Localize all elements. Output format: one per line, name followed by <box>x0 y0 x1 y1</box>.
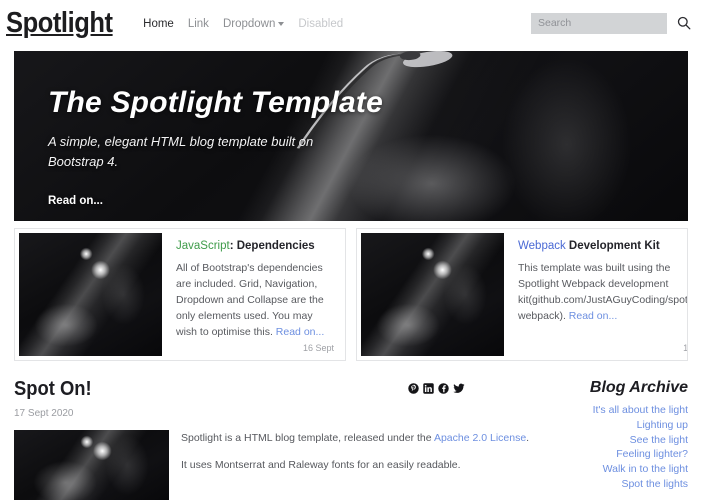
post-paragraph-2: It uses Montserrat and Raleway fonts for… <box>181 459 461 472</box>
hero-subtitle: A simple, elegant HTML blog template bui… <box>48 133 314 169</box>
card-title: JavaScript: Dependencies <box>176 240 333 254</box>
card-photo <box>361 233 504 356</box>
card-accent-word: JavaScript <box>176 240 230 252</box>
chevron-down-icon <box>278 22 285 26</box>
archive-link-3[interactable]: Feeling lighter? <box>568 447 688 462</box>
post-image <box>14 430 169 500</box>
card-read-on-link[interactable]: Read on... <box>276 326 324 338</box>
archive-link-5[interactable]: Spot the lights <box>568 477 688 492</box>
navbar: Spotlight Home Link Dropdown Disabled <box>0 0 702 46</box>
card-title: Webpack Development Kit <box>518 240 687 254</box>
main-navigation: Home Link Dropdown Disabled <box>143 16 343 30</box>
pinterest-link[interactable] <box>408 383 419 394</box>
facebook-link[interactable] <box>438 383 449 394</box>
nav-link-disabled: Disabled <box>298 18 344 30</box>
featured-cards-row: JavaScript: Dependencies All of Bootstra… <box>14 228 688 361</box>
post-photo <box>14 430 169 500</box>
social-links <box>408 383 465 394</box>
card-javascript-dependencies[interactable]: JavaScript: Dependencies All of Bootstra… <box>14 228 346 361</box>
main-content-row: Spot On! 17 Sept 2020 Spotlight is a HTM… <box>14 378 688 500</box>
card-text: This template was built using the Spotli… <box>518 261 687 325</box>
card-accent-word: Webpack <box>518 240 566 252</box>
card-date: 12 Dec <box>683 343 688 353</box>
post-p1-after: . <box>526 432 530 444</box>
card-title-rest: : Dependencies <box>229 240 315 252</box>
brand-logo[interactable]: Spotlight <box>6 8 113 38</box>
linkedin-icon <box>423 383 434 394</box>
card-text: All of Bootstrap's dependencies are incl… <box>176 261 333 341</box>
card-date: 16 Sept <box>302 343 334 353</box>
facebook-icon <box>438 383 449 394</box>
navbar-right <box>531 12 692 34</box>
twitter-icon <box>453 383 465 393</box>
post-body: Spotlight is a HTML blog template, relea… <box>14 430 554 500</box>
nav-dropdown-label: Dropdown <box>222 18 276 30</box>
card-read-on-link[interactable]: Read on... <box>569 310 617 322</box>
card-image <box>19 233 162 356</box>
nav-link-home[interactable]: Home <box>143 18 174 30</box>
twitter-link[interactable] <box>453 383 465 394</box>
archive-link-0[interactable]: It's all about the light <box>568 403 688 418</box>
blog-archive-title: Blog Archive <box>589 379 688 396</box>
hero-read-on-link[interactable]: Read on... <box>48 195 103 207</box>
card-image <box>361 233 504 356</box>
post-column: Spot On! 17 Sept 2020 Spotlight is a HTM… <box>14 378 568 500</box>
pinterest-icon <box>408 383 419 394</box>
search-input[interactable] <box>531 12 667 34</box>
post-text-column: Spotlight is a HTML blog template, relea… <box>181 430 554 500</box>
apache-license-link[interactable]: Apache 2.0 License <box>434 432 526 444</box>
card-webpack-development-kit[interactable]: Webpack Development Kit This template wa… <box>356 228 688 361</box>
card-body: JavaScript: Dependencies All of Bootstra… <box>166 229 345 360</box>
post-date: 17 Sept 2020 <box>14 408 74 419</box>
archive-link-4[interactable]: Walk in to the light <box>568 462 688 477</box>
nav-link-link[interactable]: Link <box>188 18 209 30</box>
hero-content: The Spotlight Template A simple, elegant… <box>48 87 383 209</box>
hero-banner[interactable]: The Spotlight Template A simple, elegant… <box>14 51 688 221</box>
card-photo <box>19 233 162 356</box>
card-body: Webpack Development Kit This template wa… <box>508 229 688 360</box>
page-container: The Spotlight Template A simple, elegant… <box>7 51 695 500</box>
linkedin-link[interactable] <box>423 383 434 394</box>
blog-archive-sidebar: Blog Archive It's all about the light Li… <box>568 378 688 500</box>
archive-link-1[interactable]: Lighting up <box>568 418 688 433</box>
search-icon <box>677 16 691 30</box>
hero-title: The Spotlight Template <box>48 86 383 119</box>
post-p1-before: Spotlight is a HTML blog template, relea… <box>181 432 434 444</box>
card-title-rest: Development Kit <box>565 240 660 252</box>
archive-link-2[interactable]: See the light <box>568 433 688 448</box>
nav-link-dropdown[interactable]: Dropdown <box>222 18 285 30</box>
post-paragraph-1: Spotlight is a HTML blog template, relea… <box>181 430 554 446</box>
search-button[interactable] <box>676 15 692 31</box>
